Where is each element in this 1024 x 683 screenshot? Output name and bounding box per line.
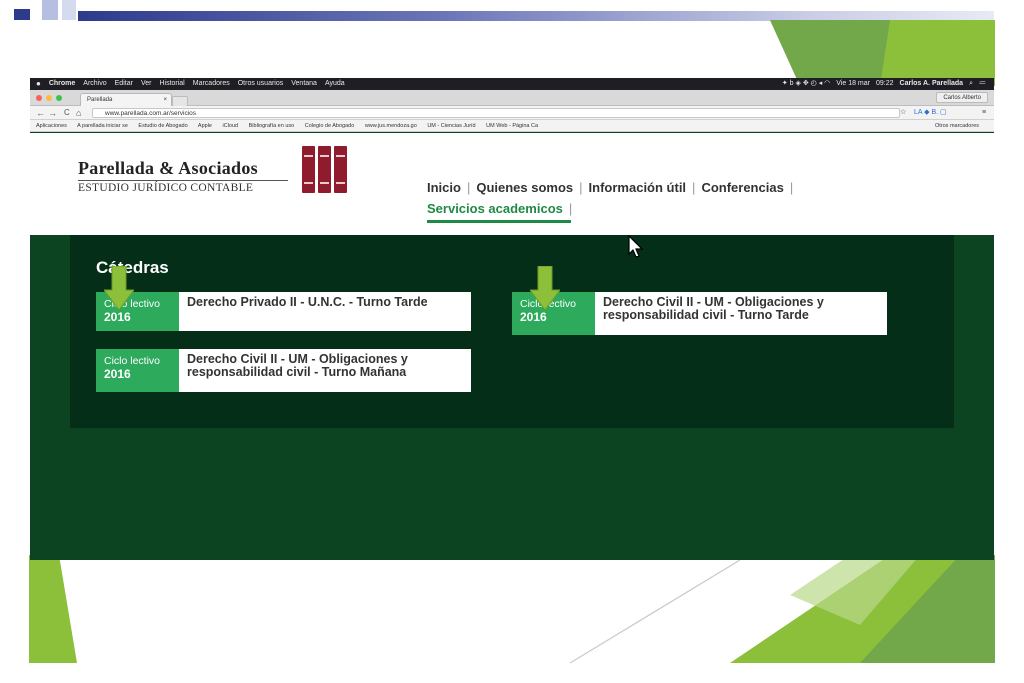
course-card[interactable]: Ciclo lectivo 2016 Derecho Civil II - UM… — [96, 349, 471, 392]
home-icon[interactable]: ⌂ — [76, 107, 81, 119]
bookmark-item[interactable]: Bibliografía en uso — [249, 123, 295, 129]
logo-book-icon — [334, 146, 347, 193]
status-icons[interactable]: ✦ b ◈ ✥ ◴ ◂ ◠ — [782, 78, 830, 90]
nav-servicios-academicos[interactable]: Servicios academicos — [427, 201, 563, 216]
browser-tab[interactable]: Parellada × — [80, 93, 172, 106]
bookmark-item[interactable]: Apple — [198, 123, 212, 129]
mac-menu-bar: ● Chrome Archivo Editar Ver Historial Ma… — [30, 78, 994, 90]
back-icon[interactable]: ← — [36, 107, 45, 119]
logo-rule — [78, 180, 288, 181]
window-zoom-icon[interactable] — [56, 95, 62, 101]
clock-date[interactable]: Vie 18 mar — [836, 78, 870, 90]
clock-time[interactable]: 09:22 — [876, 78, 894, 90]
slide-decor-square — [14, 9, 30, 20]
menu-item[interactable]: Historial — [159, 78, 184, 90]
browser-tab-bar: Parellada × Carlos Alberto — [30, 90, 994, 106]
bookmark-item[interactable]: iCloud — [223, 123, 239, 129]
slide-decor-bottom-right — [569, 555, 995, 664]
menu-item[interactable]: Ventana — [291, 78, 317, 90]
reload-icon[interactable]: C — [64, 107, 70, 119]
main-nav-row2: Servicios academicos | — [427, 201, 573, 216]
tab-title: Parellada — [87, 97, 113, 103]
bookmark-item[interactable]: Aplicaciones — [36, 123, 67, 129]
course-title[interactable]: Derecho Civil II - UM - Obligaciones y r… — [179, 349, 471, 392]
period-badge: Ciclo lectivo 2016 — [96, 349, 179, 392]
browser-menu-icon[interactable]: ≡ — [982, 108, 986, 118]
bookmark-item[interactable]: Estudio de Abogado — [138, 123, 187, 129]
nav-informacion-util[interactable]: Información útil — [589, 180, 687, 195]
logo-subtitle: ESTUDIO JURÍDICO CONTABLE — [78, 182, 254, 194]
extension-icons[interactable]: LA ◆ B. ▢ — [914, 108, 947, 118]
url-input[interactable]: www.parellada.com.ar/servicios — [92, 108, 900, 118]
nav-conferencias[interactable]: Conferencias — [701, 180, 783, 195]
main-nav: Inicio | Quienes somos | Información útil | Co… — [427, 180, 794, 195]
menu-item[interactable]: Editar — [115, 78, 133, 90]
menu-item[interactable]: Ver — [141, 78, 152, 90]
bookmarks-bar: Aplicaciones A parellada iniciar se Estu… — [30, 120, 994, 132]
course-title[interactable]: Derecho Privado II - U.N.C. - Turno Tard… — [179, 292, 471, 331]
menu-item[interactable]: Marcadores — [193, 78, 230, 90]
menu-item[interactable]: Otros usuarios — [238, 78, 284, 90]
logo-book-icon — [318, 146, 331, 193]
spotlight-icon[interactable]: ⌕ — [969, 78, 973, 90]
slide-decor-square — [42, 0, 58, 20]
browser-screenshot: ● Chrome Archivo Editar Ver Historial Ma… — [30, 78, 994, 560]
menu-user[interactable]: Carlos A. Parellada — [900, 78, 964, 90]
period-year: 2016 — [104, 310, 131, 324]
notifications-icon[interactable]: ≔ — [979, 78, 986, 90]
logo-book-icon — [302, 146, 315, 193]
window-close-icon[interactable] — [36, 95, 42, 101]
course-card[interactable]: Ciclo lectivo 2016 Derecho Privado II - … — [96, 292, 471, 331]
apple-icon[interactable]: ● — [36, 78, 41, 90]
bookmark-item[interactable]: UM - Ciencias Juríd — [427, 123, 475, 129]
bookmark-item[interactable]: UM Web - Página Ca — [486, 123, 538, 129]
down-arrow-icon — [530, 266, 560, 310]
menu-app[interactable]: Chrome — [49, 78, 75, 90]
bookmark-item[interactable]: A parellada iniciar se — [77, 123, 128, 129]
forward-icon[interactable]: → — [48, 107, 57, 119]
period-year: 2016 — [520, 310, 547, 324]
nav-quienes-somos[interactable]: Quienes somos — [476, 180, 573, 195]
menu-item[interactable]: Archivo — [83, 78, 106, 90]
menu-item[interactable]: Ayuda — [325, 78, 345, 90]
tab-close-icon[interactable]: × — [163, 94, 167, 106]
bookmark-item[interactable]: Colegio de Abogado — [305, 123, 355, 129]
period-year: 2016 — [104, 367, 131, 381]
other-bookmarks[interactable]: Otros marcadores — [935, 120, 979, 132]
nav-inicio[interactable]: Inicio — [427, 180, 461, 195]
window-minimize-icon[interactable] — [46, 95, 52, 101]
mouse-cursor-icon — [628, 235, 644, 258]
logo-title[interactable]: Parellada & Asociados — [78, 158, 258, 179]
profile-button[interactable]: Carlos Alberto — [936, 92, 988, 103]
course-card[interactable]: Ciclo lectivo 2016 Derecho Civil II - UM… — [512, 292, 887, 335]
period-label: Ciclo lectivo — [104, 355, 161, 367]
slide-decor-bottom-left — [29, 555, 77, 663]
down-arrow-icon — [104, 266, 134, 310]
active-nav-underline — [427, 220, 571, 223]
new-tab-button[interactable] — [172, 96, 188, 106]
address-toolbar: ← → C ⌂ www.parellada.com.ar/servicios ☆… — [30, 106, 994, 120]
course-title[interactable]: Derecho Civil II - UM - Obligaciones y r… — [595, 292, 887, 335]
bookmark-item[interactable]: www.jus.mendoza.go — [365, 123, 417, 129]
slide-decor-square — [62, 0, 76, 20]
bookmark-star-icon[interactable]: ☆ — [900, 108, 906, 118]
site-header: Parellada & Asociados ESTUDIO JURÍDICO C… — [30, 133, 994, 235]
